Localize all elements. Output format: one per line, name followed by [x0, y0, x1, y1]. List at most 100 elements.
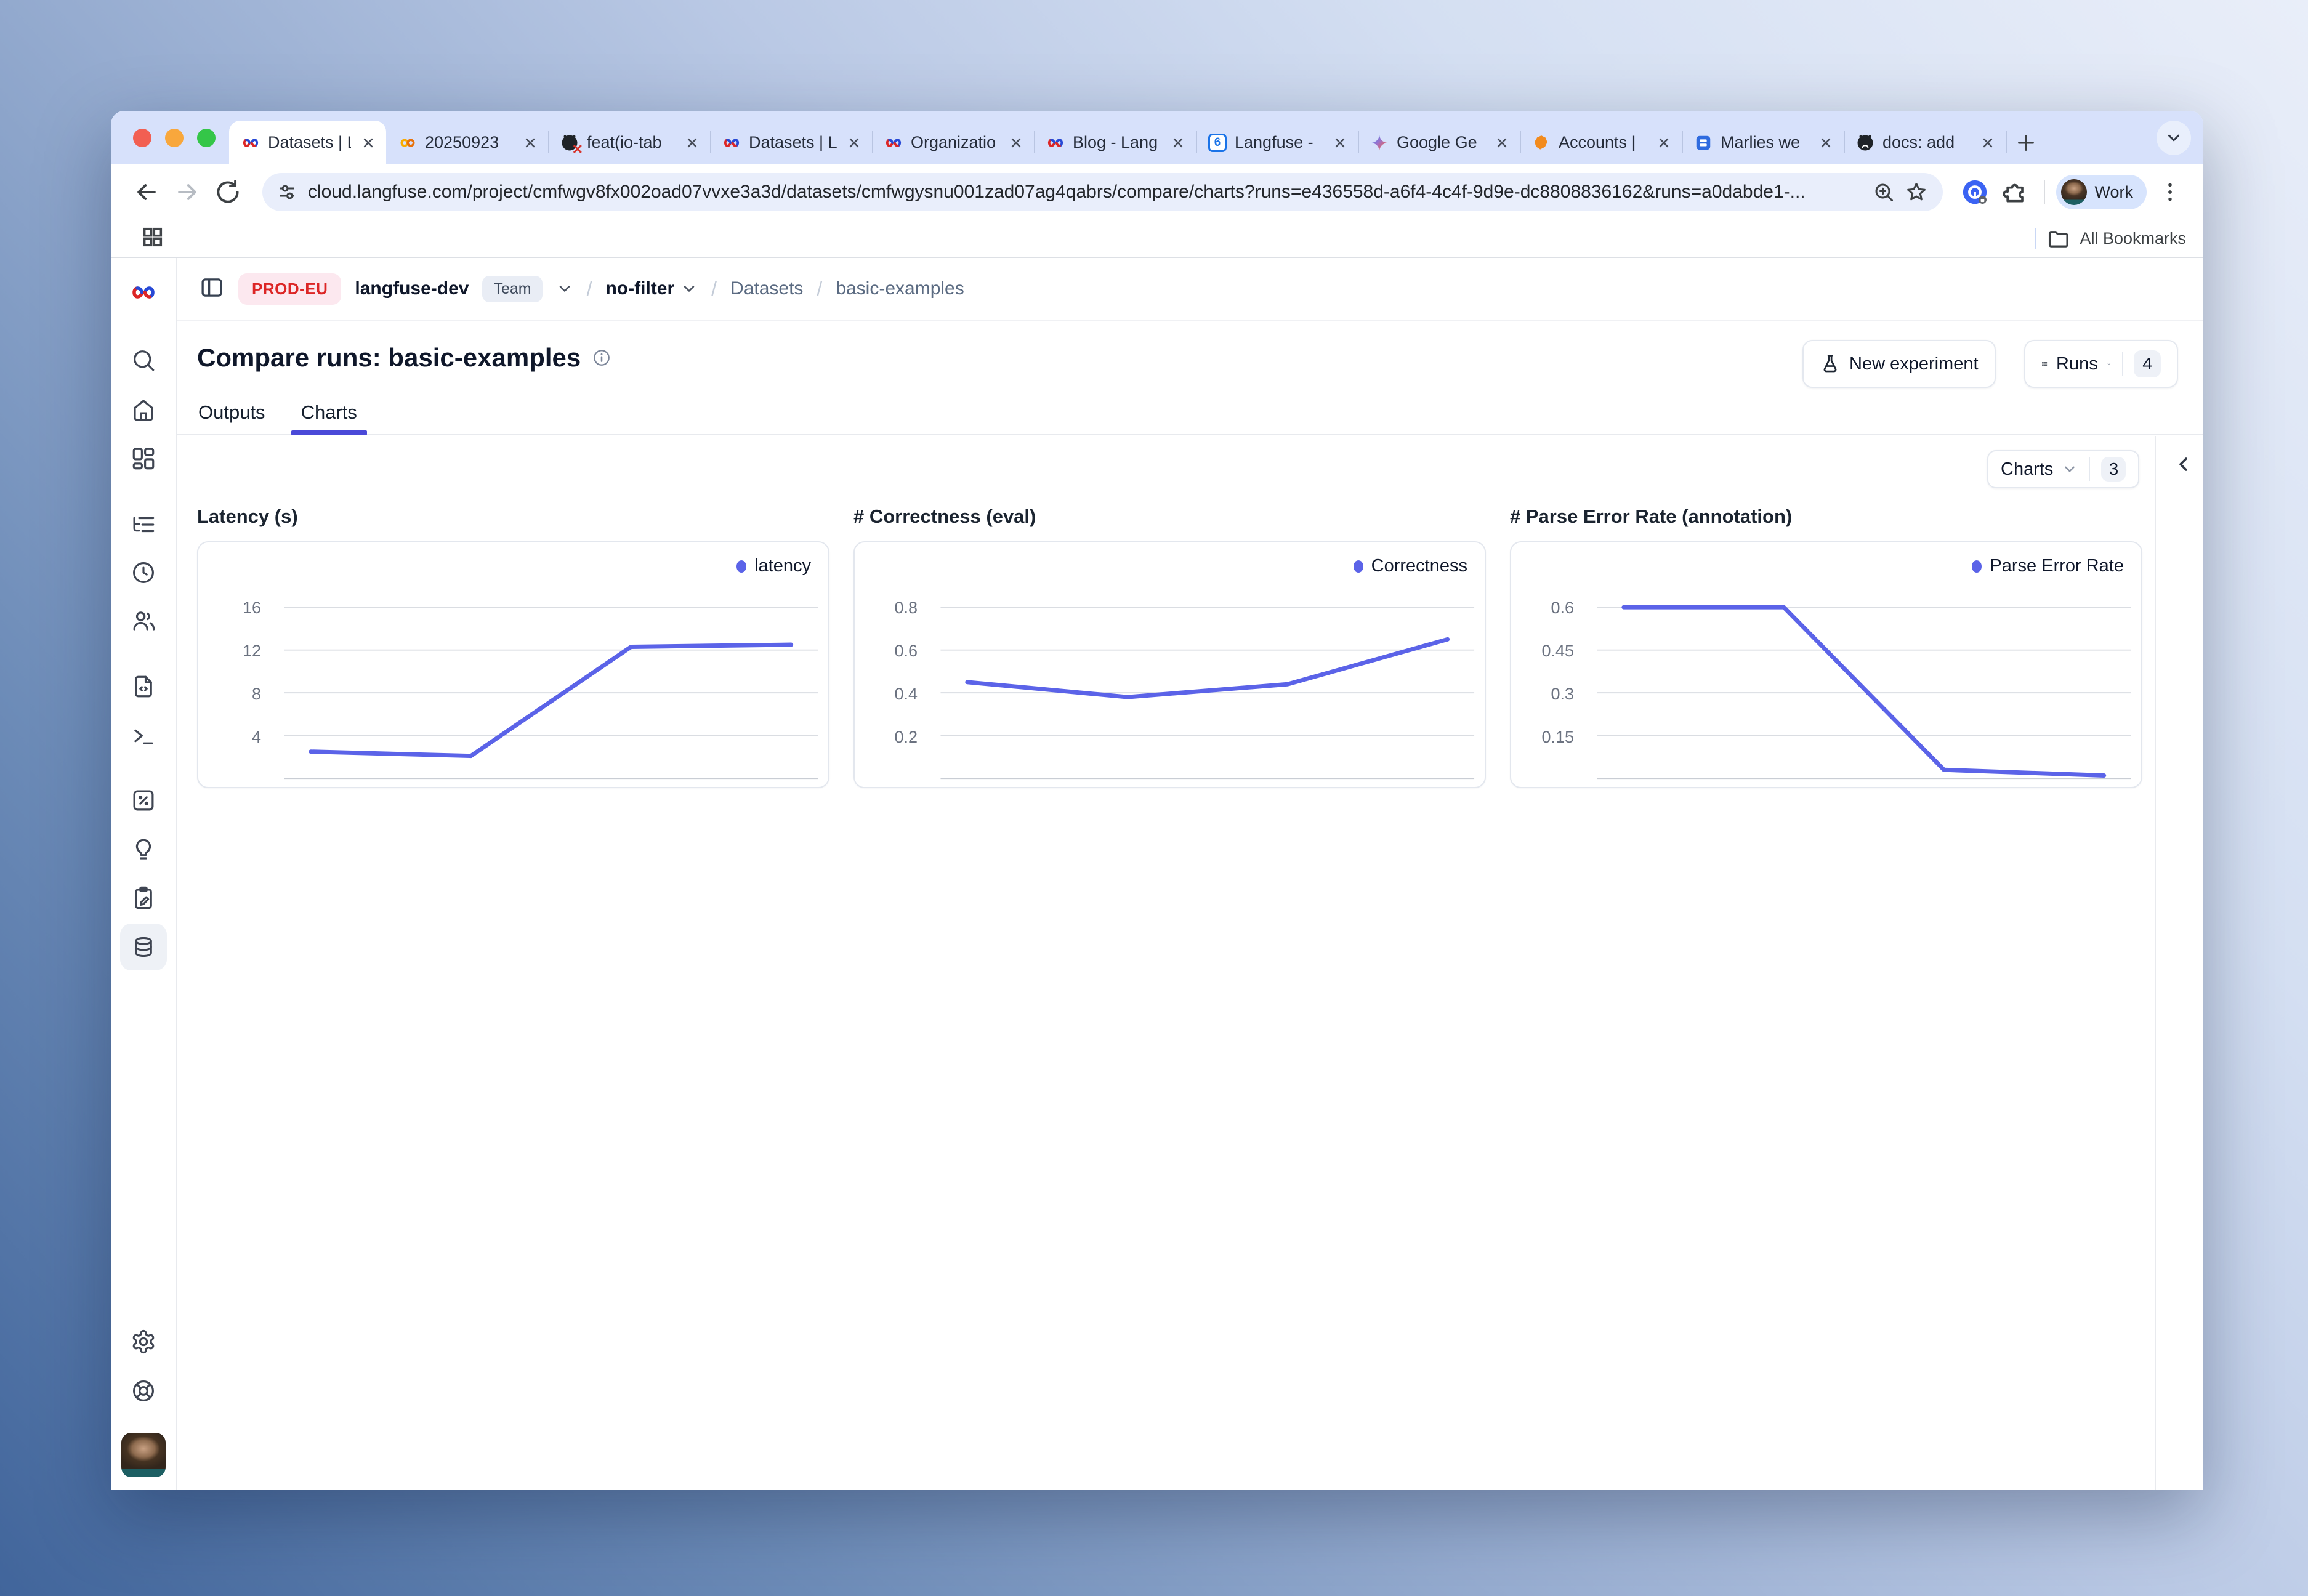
langfuse-app: PROD-EU langfuse-dev Team / no-filter / …	[111, 258, 2203, 1490]
zoom-icon[interactable]	[1873, 181, 1895, 203]
project-selector[interactable]: no-filter	[605, 278, 698, 299]
zoom-window-button[interactable]	[197, 129, 216, 147]
tab-title: docs: add	[1882, 133, 1971, 152]
new-experiment-label: New experiment	[1849, 354, 1979, 374]
sidebar-item-insights[interactable]	[120, 826, 167, 873]
tab-close-icon[interactable]	[521, 134, 539, 152]
breadcrumb-datasets-link[interactable]: Datasets	[730, 278, 803, 299]
browser-tab[interactable]: ✕ feat(io-tab	[548, 121, 710, 164]
sidebar-item-users[interactable]	[120, 597, 167, 644]
all-bookmarks-label: All Bookmarks	[2080, 229, 2186, 248]
sidebar-item-annotation[interactable]	[120, 874, 167, 921]
collapse-panel-button[interactable]	[2171, 451, 2198, 478]
new-tab-button[interactable]	[2006, 121, 2046, 164]
forward-button[interactable]	[170, 175, 204, 209]
bookmarks-divider	[2035, 228, 2036, 249]
sidebar-item-prompts[interactable]	[120, 663, 167, 710]
file-code-icon	[131, 674, 156, 699]
tab-close-icon[interactable]	[1655, 134, 1673, 152]
colab-favicon	[398, 134, 417, 152]
home-icon	[131, 397, 156, 422]
browser-tab[interactable]: Accounts |	[1520, 121, 1682, 164]
chart-title: # Correctness (eval)	[853, 506, 1486, 531]
browser-tab[interactable]: Marlies we	[1682, 121, 1844, 164]
user-avatar[interactable]	[121, 1433, 166, 1477]
browser-window: Datasets | L 20250923 ✕ feat(io-tab Data…	[111, 111, 2203, 1490]
extensions-icon[interactable]	[1998, 175, 2033, 209]
tab-close-icon[interactable]	[1493, 134, 1511, 152]
lightbulb-icon	[131, 837, 156, 863]
list-icon	[2041, 353, 2048, 374]
langfuse-favicon	[241, 134, 260, 152]
gear-icon	[131, 1329, 156, 1355]
langfuse-logo[interactable]	[120, 269, 167, 316]
sidebar-item-search[interactable]	[120, 337, 167, 384]
sidebar-item-home[interactable]	[120, 386, 167, 433]
tab-outputs[interactable]: Outputs	[198, 391, 265, 434]
tab-close-icon[interactable]	[1007, 134, 1025, 152]
sidebar-item-datasets[interactable]	[120, 924, 167, 970]
tab-close-icon[interactable]	[683, 134, 701, 152]
runs-dropdown-button[interactable]: Runs 4	[2024, 340, 2178, 388]
browser-tab[interactable]: 6 Langfuse -	[1196, 121, 1358, 164]
new-experiment-button[interactable]: New experiment	[1802, 340, 1996, 388]
back-button[interactable]	[129, 175, 164, 209]
browser-profile-chip[interactable]: Work	[2056, 175, 2147, 209]
chart-legend: Parse Error Rate	[1972, 556, 2124, 576]
org-plan-badge: Team	[482, 276, 542, 302]
github-pr-closed-favicon: ✕	[560, 134, 579, 152]
chevron-left-icon	[2173, 453, 2195, 475]
chart-legend: Correctness	[1354, 556, 1467, 576]
langfuse-favicon	[722, 134, 741, 152]
tab-title: feat(io-tab	[587, 133, 675, 152]
url-text: cloud.langfuse.com/project/cmfwgv8fx002o…	[308, 182, 1863, 203]
tab-close-icon[interactable]	[1331, 134, 1349, 152]
browser-tab[interactable]: Blog - Lang	[1034, 121, 1196, 164]
button-divider	[2089, 457, 2090, 481]
sidebar-item-tracing[interactable]	[120, 501, 167, 548]
langfuse-favicon	[1046, 134, 1065, 152]
sidebar-item-support[interactable]	[120, 1368, 167, 1414]
chart-card: 0.150.30.450.6 Parse Error Rate	[1510, 541, 2142, 788]
url-bar[interactable]: cloud.langfuse.com/project/cmfwgv8fx002o…	[262, 173, 1943, 211]
browser-tab[interactable]: 20250923	[386, 121, 548, 164]
browser-menu-kebab-icon[interactable]	[2153, 175, 2187, 209]
tab-charts[interactable]: Charts	[301, 391, 357, 434]
sidebar-toggle-button[interactable]	[199, 275, 225, 304]
bookmark-star-icon[interactable]	[1905, 180, 1928, 204]
all-bookmarks-button[interactable]: All Bookmarks	[2035, 227, 2186, 250]
line-chart	[198, 542, 828, 787]
sidebar-item-settings[interactable]	[120, 1318, 167, 1365]
charts-label: Charts	[2001, 459, 2053, 480]
close-window-button[interactable]	[133, 129, 151, 147]
browser-tab[interactable]: Datasets | L	[710, 121, 872, 164]
minimize-window-button[interactable]	[165, 129, 184, 147]
tab-close-icon[interactable]	[845, 134, 863, 152]
tab-close-icon[interactable]	[1817, 134, 1835, 152]
info-icon[interactable]	[592, 348, 611, 368]
charts-dropdown-button[interactable]: Charts 3	[1987, 450, 2139, 488]
site-settings-icon[interactable]	[276, 181, 298, 203]
chevron-down-icon	[680, 280, 698, 297]
breadcrumb-separator: /	[817, 278, 822, 300]
browser-tab[interactable]: Organizatio	[872, 121, 1034, 164]
github-favicon	[1856, 134, 1874, 152]
browser-tab[interactable]: Datasets | L	[229, 121, 386, 164]
browser-tab[interactable]: docs: add	[1844, 121, 2006, 164]
password-manager-icon[interactable]	[1958, 175, 1992, 209]
chevron-down-icon[interactable]	[556, 280, 573, 297]
dashboard-grid-icon	[131, 446, 156, 472]
sidebar-item-dashboards[interactable]	[120, 435, 167, 482]
sidebar-item-sessions[interactable]	[120, 549, 167, 596]
tab-close-icon[interactable]	[359, 134, 377, 152]
organization-name[interactable]: langfuse-dev	[355, 278, 469, 299]
tab-search-button[interactable]	[2157, 121, 2191, 155]
tab-close-icon[interactable]	[1169, 134, 1187, 152]
profile-avatar	[2061, 179, 2087, 205]
reload-button[interactable]	[211, 175, 245, 209]
sidebar-item-scores[interactable]	[120, 777, 167, 824]
sidebar-item-playground[interactable]	[120, 712, 167, 759]
tab-groups-grid-icon[interactable]	[140, 225, 165, 252]
tab-close-icon[interactable]	[1979, 134, 1997, 152]
browser-tab[interactable]: Google Ge	[1358, 121, 1520, 164]
